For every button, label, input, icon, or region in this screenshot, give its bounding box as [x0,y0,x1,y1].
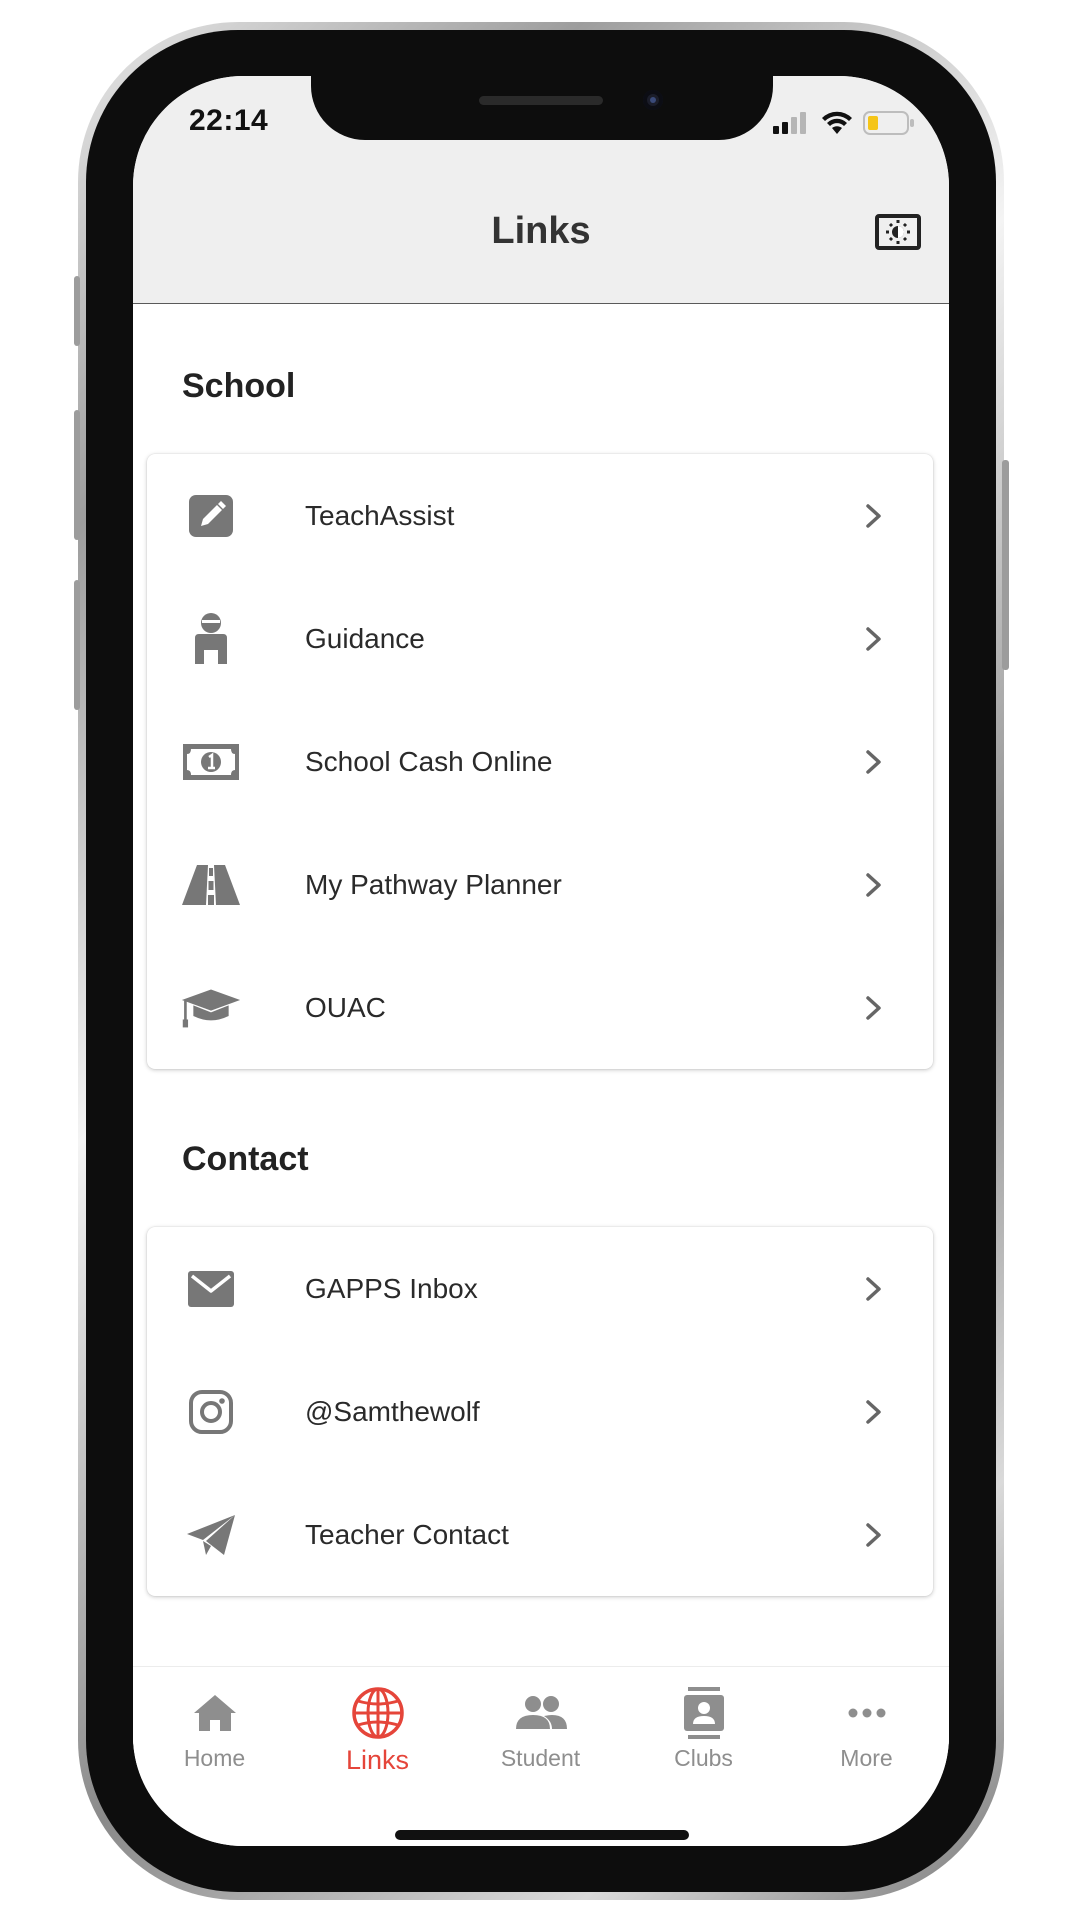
tab-label: Home [183,1745,246,1771]
chevron-right-icon [866,1399,881,1424]
link-label: OUAC [305,991,386,1023]
bottom-tab-bar: Home Links Student Clubs More [133,1666,949,1846]
more-dots-icon [847,1687,887,1739]
brightness-icon [875,214,921,250]
tab-label: More [840,1745,893,1771]
phone-screen: 22:14 Links School TeachAssist Guidance … [133,76,949,1846]
link-row-ouac[interactable]: OUAC [147,946,933,1069]
link-row-samthewolf[interactable]: @Samthewolf [147,1350,933,1473]
contact-card-icon [682,1687,726,1739]
tab-label: Student [500,1745,581,1771]
chevron-right-icon [866,749,881,774]
home-icon [193,1687,237,1739]
globe-icon [351,1687,405,1739]
instagram-icon [181,1387,241,1437]
speaker-grille [479,96,603,105]
battery-icon [863,111,914,135]
link-label: Teacher Contact [305,1518,509,1550]
tab-student[interactable]: Student [459,1667,622,1787]
link-row-school-cash-online[interactable]: School Cash Online [147,700,933,823]
link-row-guidance[interactable]: Guidance [147,577,933,700]
front-camera [643,90,663,110]
chevron-right-icon [866,626,881,651]
chevron-right-icon [866,995,881,1020]
theme-toggle-button[interactable] [875,214,921,250]
mute-switch [74,276,80,346]
people-icon [514,1687,568,1739]
tab-label: Links [345,1745,410,1775]
tab-more[interactable]: More [785,1667,948,1787]
link-label: My Pathway Planner [305,868,562,900]
section-title-school: School [182,367,296,405]
volume-down-button [74,580,80,710]
page-title: Links [491,210,591,252]
tab-label: Clubs [674,1745,733,1771]
home-indicator[interactable] [395,1830,689,1840]
link-row-gapps-inbox[interactable]: GAPPS Inbox [147,1227,933,1350]
link-label: @Samthewolf [305,1395,480,1427]
person-icon [181,612,241,664]
link-label: School Cash Online [305,745,553,777]
money-bill-icon [181,737,241,787]
link-label: TeachAssist [305,499,455,531]
wifi-icon [822,111,852,134]
link-row-teachassist[interactable]: TeachAssist [147,454,933,577]
power-button [1002,460,1009,670]
chevron-right-icon [866,503,881,528]
paper-plane-icon [181,1510,241,1560]
school-links-card: TeachAssist Guidance School Cash Online … [147,454,933,1069]
link-label: GAPPS Inbox [305,1272,478,1304]
tab-links[interactable]: Links [296,1667,459,1787]
tab-clubs[interactable]: Clubs [622,1667,785,1787]
volume-up-button [74,410,80,540]
notch [311,76,773,140]
chevron-right-icon [866,1522,881,1547]
links-content: School TeachAssist Guidance School Cash … [133,304,949,1744]
link-row-my-pathway-planner[interactable]: My Pathway Planner [147,823,933,946]
status-icons [773,110,915,136]
envelope-icon [181,1264,241,1314]
contact-links-card: GAPPS Inbox @Samthewolf Teacher Contact [147,1227,933,1596]
edit-icon [181,491,241,541]
tab-home[interactable]: Home [133,1667,296,1787]
link-row-teacher-contact[interactable]: Teacher Contact [147,1473,933,1596]
cellular-signal-icon [773,112,806,134]
road-icon [181,860,241,910]
chevron-right-icon [866,1276,881,1301]
link-label: Guidance [305,622,425,654]
graduation-cap-icon [181,983,241,1033]
chevron-right-icon [866,872,881,897]
status-time: 22:14 [189,104,269,137]
section-title-contact: Contact [182,1140,309,1178]
